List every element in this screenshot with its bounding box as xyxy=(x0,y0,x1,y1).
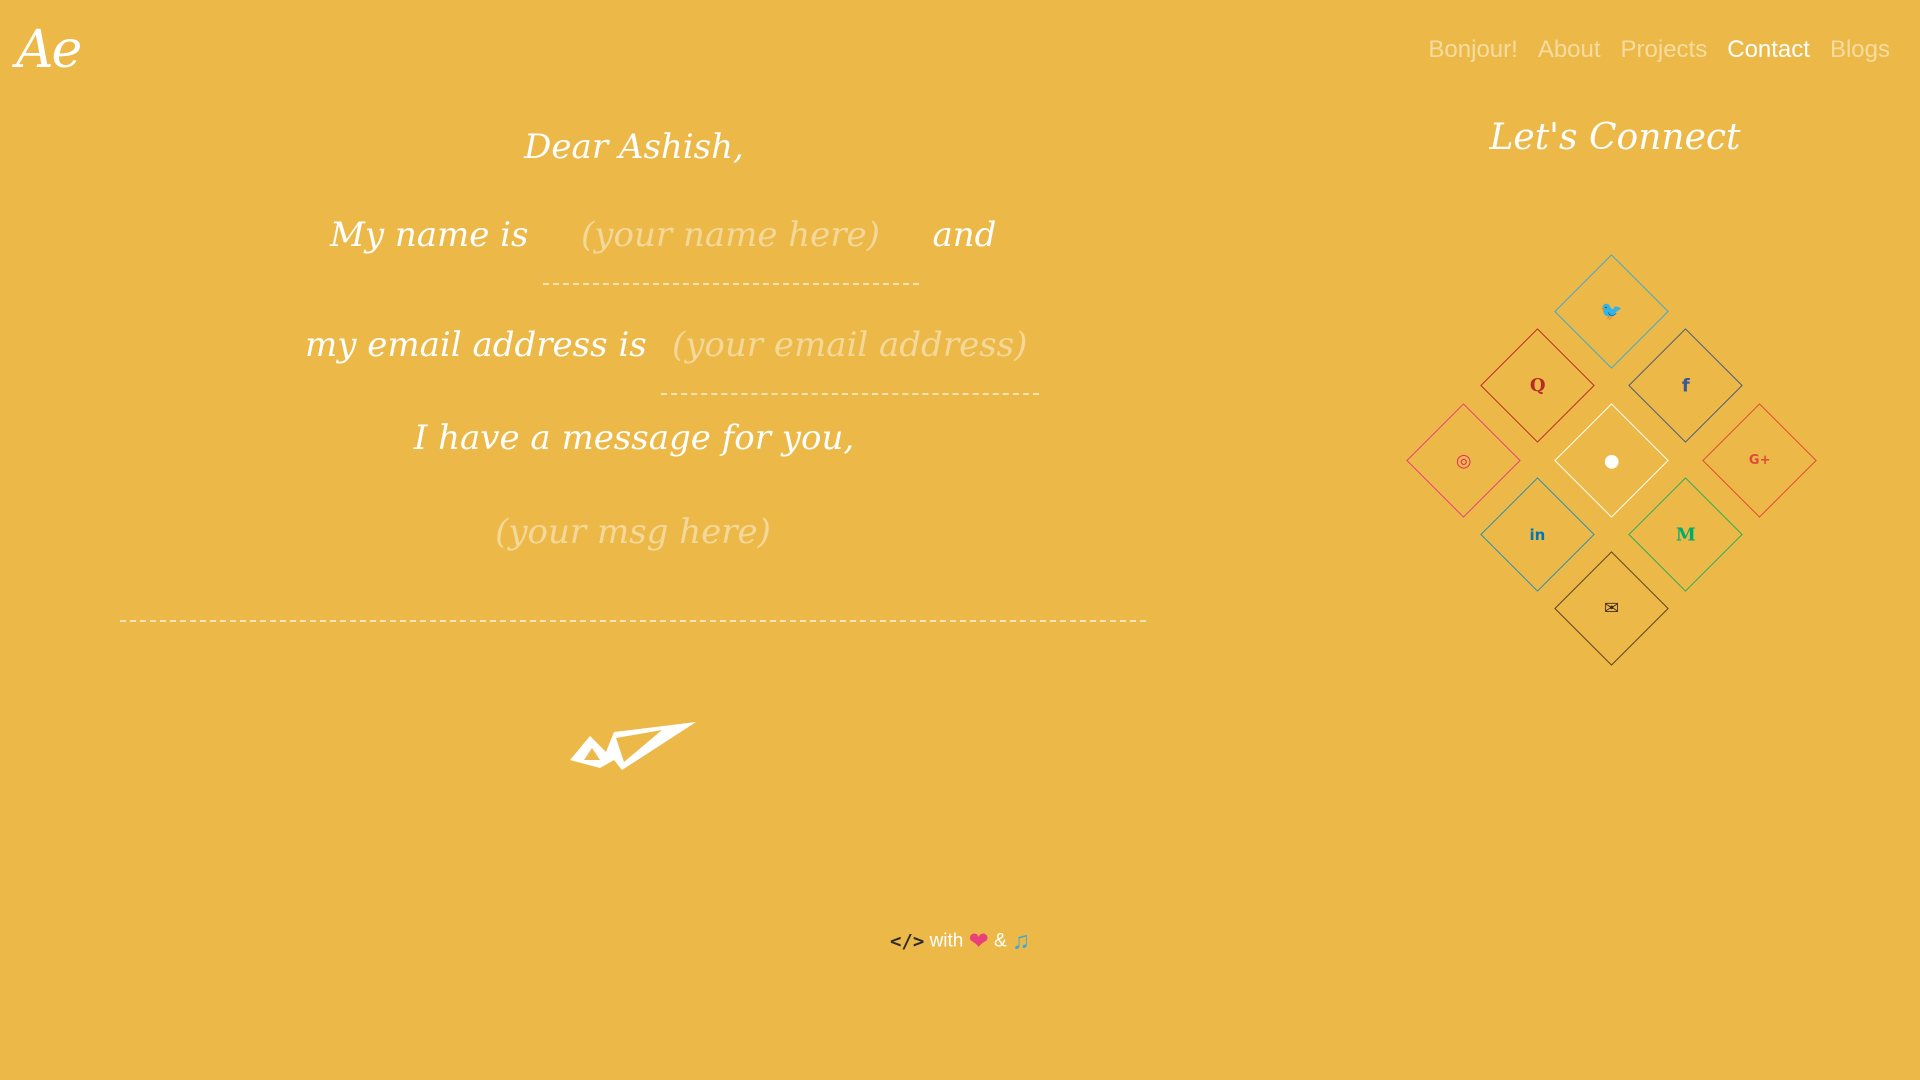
email-line: my email address is (your email address) xyxy=(305,325,1053,395)
nav-about[interactable]: About xyxy=(1538,36,1601,64)
paper-plane-icon xyxy=(570,722,696,770)
message-label: I have a message for you, xyxy=(413,418,855,458)
email-link[interactable]: ✉ xyxy=(1554,551,1669,666)
footer-and: & xyxy=(994,930,1007,952)
footer: </> with ❤ & ♫ xyxy=(0,927,1920,956)
name-prefix: My name is xyxy=(330,215,529,255)
email-icon: ✉ xyxy=(1603,598,1620,619)
site-logo[interactable]: Ae xyxy=(16,20,82,80)
code-icon: </> xyxy=(889,930,925,953)
email-prefix: my email address is xyxy=(305,325,647,365)
top-nav: Bonjour! About Projects Contact Blogs xyxy=(1428,36,1890,64)
twitter-icon: 🐦 xyxy=(1600,300,1623,322)
nav-blogs[interactable]: Blogs xyxy=(1830,36,1890,64)
message-input[interactable]: (your msg here) xyxy=(120,512,1146,622)
instagram-link[interactable]: ◎ xyxy=(1406,403,1521,518)
nav-contact[interactable]: Contact xyxy=(1727,36,1810,64)
email-input[interactable]: (your email address) xyxy=(660,325,1039,395)
heart-icon: ❤ xyxy=(968,928,989,955)
contact-page: Ae Bonjour! About Projects Contact Blogs… xyxy=(0,0,1920,1080)
connect-title: Let's Connect xyxy=(1489,117,1741,158)
instagram-icon: ◎ xyxy=(1455,450,1472,471)
quora-icon: Q xyxy=(1529,375,1546,396)
name-line: My name is (your name here) and xyxy=(330,215,996,285)
footer-with: with xyxy=(929,930,964,952)
linkedin-icon: in xyxy=(1529,525,1546,544)
facebook-icon: f xyxy=(1681,375,1690,396)
quora-link[interactable]: Q xyxy=(1480,328,1595,443)
google-plus-icon: G+ xyxy=(1748,452,1771,468)
nav-projects[interactable]: Projects xyxy=(1621,36,1708,64)
twitter-link[interactable]: 🐦 xyxy=(1554,254,1669,369)
name-suffix: and xyxy=(932,215,997,255)
music-icon: ♫ xyxy=(1012,927,1031,955)
name-input[interactable]: (your name here) xyxy=(542,215,919,285)
greeting: Dear Ashish, xyxy=(524,127,744,167)
google-plus-link[interactable]: G+ xyxy=(1702,403,1817,518)
send-button[interactable] xyxy=(570,722,696,772)
medium-icon: M xyxy=(1675,524,1696,545)
nav-bonjour[interactable]: Bonjour! xyxy=(1428,36,1517,64)
github-icon: ● xyxy=(1603,450,1620,471)
github-link[interactable]: ● xyxy=(1554,403,1669,518)
medium-link[interactable]: M xyxy=(1628,477,1743,592)
facebook-link[interactable]: f xyxy=(1628,328,1743,443)
linkedin-link[interactable]: in xyxy=(1480,477,1595,592)
